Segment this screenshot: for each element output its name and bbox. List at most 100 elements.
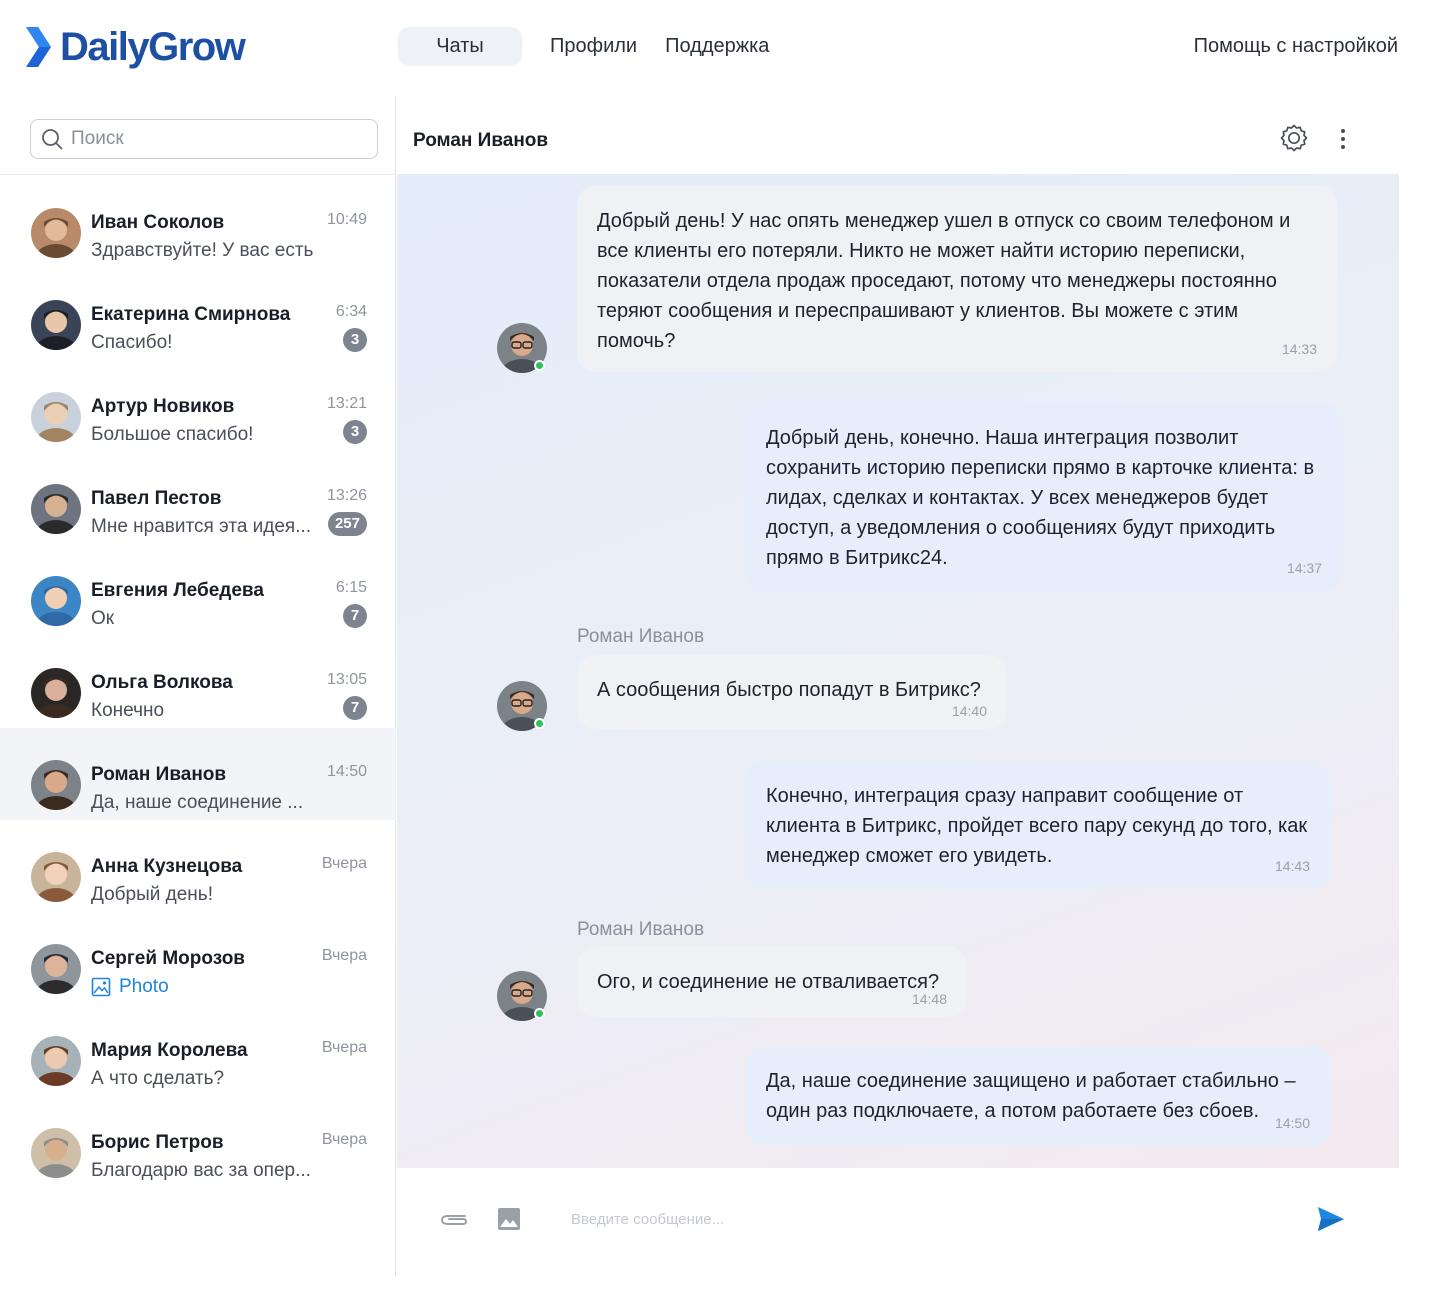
chat-preview: Да, наше соединение ... xyxy=(91,792,304,813)
chat-sidebar: Иван Соколов Здравствуйте! У вас есть ...… xyxy=(0,96,396,1276)
logo-chevron-icon xyxy=(26,27,51,67)
message-time: 14:43 xyxy=(1274,858,1310,874)
chat-time: Вчера xyxy=(321,1131,367,1148)
chat-name: Ольга Волкова xyxy=(91,672,233,693)
avatar xyxy=(31,944,81,994)
avatar xyxy=(31,668,81,718)
sender-name: Роман Иванов xyxy=(577,626,705,647)
message-bubble-outgoing[interactable]: Добрый день, конечно. Наша интеграция по… xyxy=(746,403,1342,591)
message-time: 14:40 xyxy=(951,703,987,719)
chat-name: Евгения Лебедева xyxy=(91,580,264,601)
chat-list-item[interactable]: Мария Королева А что сделать? Вчера xyxy=(0,1004,396,1096)
chat-preview: Благодарю вас за опер... xyxy=(91,1160,311,1181)
sidebar-divider xyxy=(0,174,396,175)
sender-avatar[interactable] xyxy=(497,323,547,373)
message-text: Да, наше соединение защищено и работает … xyxy=(766,1070,1296,1122)
message-text: Конечно, интеграция сразу направит сообщ… xyxy=(766,785,1308,867)
online-indicator xyxy=(534,1008,545,1019)
chat-preview: Мне нравится эта идея... xyxy=(91,516,312,537)
avatar xyxy=(31,576,81,626)
more-vertical-icon[interactable] xyxy=(1333,126,1353,152)
message-text: А сообщения быстро попадут в Битрикс? xyxy=(597,679,981,701)
message-bubble-outgoing[interactable]: Да, наше соединение защищено и работает … xyxy=(746,1046,1330,1146)
chat-name: Мария Королева xyxy=(91,1040,248,1061)
message-bubble-outgoing[interactable]: Конечно, интеграция сразу направит сообщ… xyxy=(746,761,1330,889)
message-bubble-incoming[interactable]: Добрый день! У нас опять менеджер ушел в… xyxy=(577,186,1337,372)
chat-list-item[interactable]: Ольга Волкова Конечно 13:05 7 xyxy=(0,636,396,728)
send-icon[interactable] xyxy=(1317,1206,1345,1232)
chat-name: Артур Новиков xyxy=(91,396,235,417)
unread-badge: 3 xyxy=(343,420,367,444)
avatar xyxy=(31,392,81,442)
chat-list-item[interactable]: Артур Новиков Большое спасибо! 13:21 3 xyxy=(0,360,396,452)
chat-list-item[interactable]: Павел Пестов Мне нравится эта идея... 13:2… xyxy=(0,452,396,544)
search-box[interactable] xyxy=(30,119,378,159)
message-area[interactable]: Добрый день! У нас опять менеджер ушел в… xyxy=(397,174,1399,1168)
image-icon[interactable] xyxy=(497,1207,521,1231)
top-bar: DailyGrow Чаты Профили Поддержка Помощь … xyxy=(0,0,1430,96)
chat-name: Сергей Морозов xyxy=(91,948,245,969)
avatar xyxy=(31,760,81,810)
chat-list-item[interactable]: Иван Соколов Здравствуйте! У вас есть ...… xyxy=(0,176,396,268)
search-input[interactable] xyxy=(71,128,361,150)
logo[interactable]: DailyGrow xyxy=(24,24,246,70)
chat-preview: Большое спасибо! xyxy=(91,424,254,445)
unread-badge: 3 xyxy=(343,328,367,352)
chat-preview: Photo xyxy=(91,976,319,998)
chat-time: 6:34 xyxy=(335,303,367,320)
main-nav: Чаты Профили Поддержка xyxy=(398,27,783,65)
online-indicator xyxy=(534,360,545,371)
chat-preview: Конечно xyxy=(91,700,165,721)
nav-support[interactable]: Поддержка xyxy=(651,27,783,65)
photo-icon xyxy=(91,977,111,997)
nav-profiles[interactable]: Профили xyxy=(536,27,651,65)
unread-badge: 7 xyxy=(343,696,367,720)
chat-preview: Здравствуйте! У вас есть ... xyxy=(91,240,319,261)
avatar xyxy=(31,484,81,534)
chat-name: Борис Петров xyxy=(91,1132,224,1153)
chat-list: Иван Соколов Здравствуйте! У вас есть ...… xyxy=(0,176,396,1188)
conversation-header: Роман Иванов xyxy=(397,96,1399,174)
sender-avatar[interactable] xyxy=(497,971,547,1021)
unread-badge: 257 xyxy=(327,512,367,536)
chat-time: Вчера xyxy=(321,855,367,872)
paperclip-icon[interactable] xyxy=(439,1210,469,1230)
chat-time: Вчера xyxy=(321,1039,367,1056)
nav-chats[interactable]: Чаты xyxy=(398,27,522,65)
chat-name: Павел Пестов xyxy=(91,488,222,509)
chat-list-item[interactable]: Екатерина Смирнова Спасибо! 6:34 3 xyxy=(0,268,396,360)
avatar xyxy=(31,1128,81,1178)
gear-icon[interactable] xyxy=(1280,124,1308,152)
chat-list-item[interactable]: Роман Иванов Да, наше соединение ... 14:50 xyxy=(0,728,396,820)
message-time: 14:50 xyxy=(1274,1115,1310,1131)
chat-preview: Добрый день! xyxy=(91,884,213,905)
avatar xyxy=(31,300,81,350)
chat-list-item[interactable]: Сергей Морозов Photo Вчера xyxy=(0,912,396,1004)
message-time: 14:48 xyxy=(911,991,947,1007)
chat-list-item[interactable]: Евгения Лебедева Ок 6:15 7 xyxy=(0,544,396,636)
message-bubble-incoming[interactable]: А сообщения быстро попадут в Битрикс? 14… xyxy=(577,655,1007,729)
message-input[interactable] xyxy=(571,1204,1251,1234)
unread-badge: 7 xyxy=(343,604,367,628)
logo-text: DailyGrow xyxy=(60,25,246,69)
chat-name: Иван Соколов xyxy=(91,212,225,233)
chat-list-item[interactable]: Анна Кузнецова Добрый день! Вчера xyxy=(0,820,396,912)
avatar xyxy=(31,1036,81,1086)
search-icon xyxy=(42,129,63,150)
conversation-title: Роман Иванов xyxy=(413,130,549,151)
chat-time: 13:05 xyxy=(326,671,367,688)
message-time: 14:33 xyxy=(1281,341,1317,357)
sender-avatar[interactable] xyxy=(497,681,547,731)
setup-help-link[interactable]: Помощь с настройкой xyxy=(1194,35,1398,58)
chat-preview-text: Photo xyxy=(119,976,169,997)
message-bubble-incoming[interactable]: Ого, и соединение не отваливается? 14:48 xyxy=(577,947,967,1017)
chat-list-item[interactable]: Борис Петров Благодарю вас за опер... Вчер… xyxy=(0,1096,396,1188)
chat-time: 14:50 xyxy=(326,763,367,780)
chat-time: 10:49 xyxy=(326,211,367,228)
chat-name: Анна Кузнецова xyxy=(91,856,243,877)
chat-time: Вчера xyxy=(321,947,367,964)
chat-name: Екатерина Смирнова xyxy=(91,304,291,325)
chat-name: Роман Иванов xyxy=(91,764,227,785)
message-composer xyxy=(397,1168,1399,1276)
message-text: Добрый день, конечно. Наша интеграция по… xyxy=(766,427,1315,569)
